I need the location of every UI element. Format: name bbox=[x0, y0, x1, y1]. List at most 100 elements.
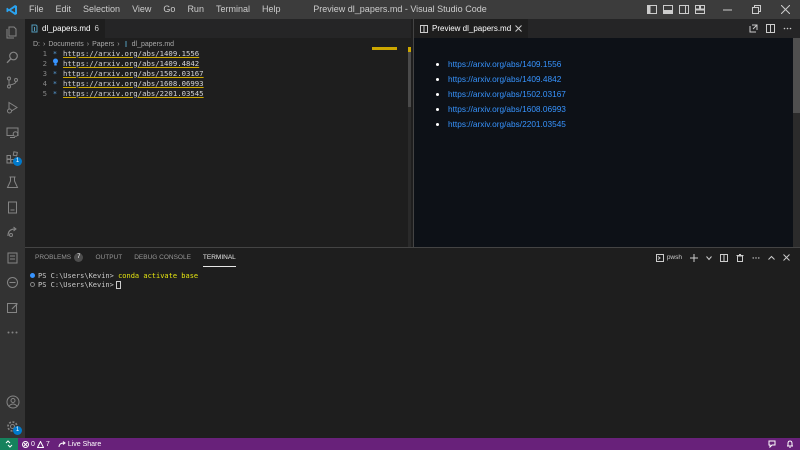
tab-terminal[interactable]: TERMINAL bbox=[202, 248, 236, 267]
terminal-prompt: PS C:\Users\Kevin> bbox=[38, 280, 114, 289]
menu-view[interactable]: View bbox=[126, 0, 157, 19]
preview-group: Preview dl_papers.md https://arxiv.org/a… bbox=[413, 19, 800, 247]
preview-link[interactable]: https://arxiv.org/abs/1502.03167 bbox=[448, 89, 566, 99]
remote-indicator[interactable] bbox=[0, 438, 18, 450]
new-terminal-icon[interactable] bbox=[690, 253, 698, 262]
list-bullet: * bbox=[52, 88, 58, 98]
breadcrumb-documents[interactable]: Documents bbox=[48, 41, 83, 48]
line-number: 1 bbox=[42, 48, 47, 58]
code-text: https://arxiv.org/abs/1608.06993 bbox=[63, 78, 204, 88]
open-source-icon[interactable] bbox=[749, 24, 758, 33]
preview-link[interactable]: https://arxiv.org/abs/2201.03545 bbox=[448, 119, 566, 129]
live-share-status[interactable]: Live Share bbox=[54, 441, 105, 448]
settings-icon[interactable]: 1 bbox=[0, 415, 25, 437]
account-icon[interactable] bbox=[0, 391, 25, 413]
tab-label: dl_papers.md bbox=[42, 24, 91, 33]
settings-badge: 1 bbox=[13, 426, 22, 435]
close-window-button[interactable] bbox=[771, 0, 800, 19]
list-item: https://arxiv.org/abs/1409.1556 bbox=[448, 57, 794, 72]
preview-link[interactable]: https://arxiv.org/abs/1608.06993 bbox=[448, 104, 566, 114]
command-decoration[interactable] bbox=[30, 282, 35, 287]
problems-status[interactable]: 0 7 bbox=[18, 440, 54, 448]
chevron-down-icon[interactable] bbox=[706, 255, 712, 261]
close-tab-icon[interactable] bbox=[515, 25, 523, 32]
split-editor-icon[interactable] bbox=[766, 24, 775, 33]
edit-icon[interactable] bbox=[0, 296, 25, 318]
restore-button[interactable] bbox=[742, 0, 771, 19]
terminal[interactable]: PS C:\Users\Kevin> conda activate base P… bbox=[25, 267, 800, 289]
minimize-icon bbox=[723, 9, 732, 11]
preview-link-list: https://arxiv.org/abs/1409.1556 https://… bbox=[414, 38, 794, 132]
live-share-icon[interactable] bbox=[0, 221, 25, 243]
menu-help[interactable]: Help bbox=[256, 0, 287, 19]
tab-label: PROBLEMS bbox=[35, 254, 72, 261]
overview-ruler-marker bbox=[408, 47, 411, 52]
tab-problems[interactable]: PROBLEMS 7 bbox=[35, 248, 84, 267]
preview-link[interactable]: https://arxiv.org/abs/1409.1556 bbox=[448, 59, 561, 69]
markdown-file-icon bbox=[125, 41, 127, 47]
minimap[interactable] bbox=[372, 47, 397, 50]
tab-preview[interactable]: Preview dl_papers.md bbox=[414, 19, 529, 38]
terminal-prompt: PS C:\Users\Kevin> bbox=[38, 271, 114, 280]
terminal-shell-selector[interactable]: pwsh bbox=[655, 253, 682, 262]
code-editor[interactable]: 1 * https://arxiv.org/abs/1409.1556 2 ht… bbox=[25, 48, 411, 98]
docker-icon[interactable] bbox=[0, 246, 25, 268]
menu-run[interactable]: Run bbox=[181, 0, 210, 19]
warning-count: 7 bbox=[45, 440, 50, 448]
menu-go[interactable]: Go bbox=[157, 0, 181, 19]
close-panel-icon[interactable] bbox=[783, 254, 790, 261]
testing-icon[interactable] bbox=[0, 171, 25, 193]
code-text: https://arxiv.org/abs/1409.4842 bbox=[63, 58, 200, 68]
notifications-icon[interactable] bbox=[786, 440, 794, 448]
search-icon[interactable] bbox=[0, 46, 25, 68]
lightbulb-icon[interactable] bbox=[52, 58, 59, 66]
toggle-panel-icon[interactable] bbox=[663, 5, 673, 14]
remote-explorer-icon[interactable] bbox=[0, 121, 25, 143]
tab-modified-count: 6 bbox=[94, 24, 99, 33]
tab-dl-papers[interactable]: dl_papers.md 6 bbox=[25, 19, 105, 38]
tab-debug-console[interactable]: DEBUG CONSOLE bbox=[134, 248, 191, 267]
menu-terminal[interactable]: Terminal bbox=[210, 0, 256, 19]
trash-icon[interactable] bbox=[736, 253, 744, 262]
more-actions-icon[interactable] bbox=[752, 254, 760, 262]
list-bullet: * bbox=[52, 78, 58, 88]
more-actions-icon[interactable] bbox=[783, 24, 792, 33]
more-icon[interactable] bbox=[0, 321, 25, 343]
menu-bar: File Edit Selection View Go Run Terminal… bbox=[23, 0, 286, 19]
list-bullet bbox=[47, 58, 63, 68]
list-item: https://arxiv.org/abs/1409.4842 bbox=[448, 72, 794, 87]
menu-file[interactable]: File bbox=[23, 0, 50, 19]
source-control-icon[interactable] bbox=[0, 71, 25, 93]
error-count: 0 bbox=[31, 440, 35, 448]
list-item: https://arxiv.org/abs/1608.06993 bbox=[448, 102, 794, 117]
list-bullet: * bbox=[52, 68, 58, 78]
preview-link[interactable]: https://arxiv.org/abs/1409.4842 bbox=[448, 74, 561, 84]
preview-tab-bar: Preview dl_papers.md bbox=[414, 19, 800, 38]
minus-circle-icon[interactable] bbox=[0, 271, 25, 293]
list-item: https://arxiv.org/abs/2201.03545 bbox=[448, 117, 794, 132]
explorer-icon[interactable] bbox=[0, 21, 25, 43]
toggle-secondary-sidebar-icon[interactable] bbox=[679, 5, 689, 14]
extensions-icon[interactable]: 1 bbox=[0, 146, 25, 168]
restore-icon bbox=[752, 5, 761, 14]
tab-label: OUTPUT bbox=[95, 254, 123, 261]
code-line: 4 * https://arxiv.org/abs/1608.06993 bbox=[25, 78, 411, 88]
run-debug-icon[interactable] bbox=[0, 96, 25, 118]
breadcrumb-papers[interactable]: Papers bbox=[92, 41, 114, 48]
editor-scroll-thumb[interactable] bbox=[408, 47, 411, 107]
menu-edit[interactable]: Edit bbox=[50, 0, 78, 19]
chevron-up-icon[interactable] bbox=[768, 255, 775, 261]
customize-layout-icon[interactable] bbox=[695, 5, 705, 14]
menu-selection[interactable]: Selection bbox=[77, 0, 126, 19]
breadcrumb-file[interactable]: dl_papers.md bbox=[132, 41, 174, 48]
feedback-icon[interactable] bbox=[768, 440, 776, 448]
command-decoration[interactable] bbox=[30, 273, 35, 278]
preview-scroll-thumb[interactable] bbox=[793, 38, 800, 113]
minimize-button[interactable] bbox=[713, 0, 742, 19]
code-line: 5 * https://arxiv.org/abs/2201.03545 bbox=[25, 88, 411, 98]
tab-output[interactable]: OUTPUT bbox=[95, 248, 122, 267]
notebook-icon[interactable] bbox=[0, 196, 25, 218]
breadcrumb-drive[interactable]: D: bbox=[33, 41, 40, 48]
toggle-primary-sidebar-icon[interactable] bbox=[647, 5, 657, 14]
split-terminal-icon[interactable] bbox=[720, 253, 728, 262]
